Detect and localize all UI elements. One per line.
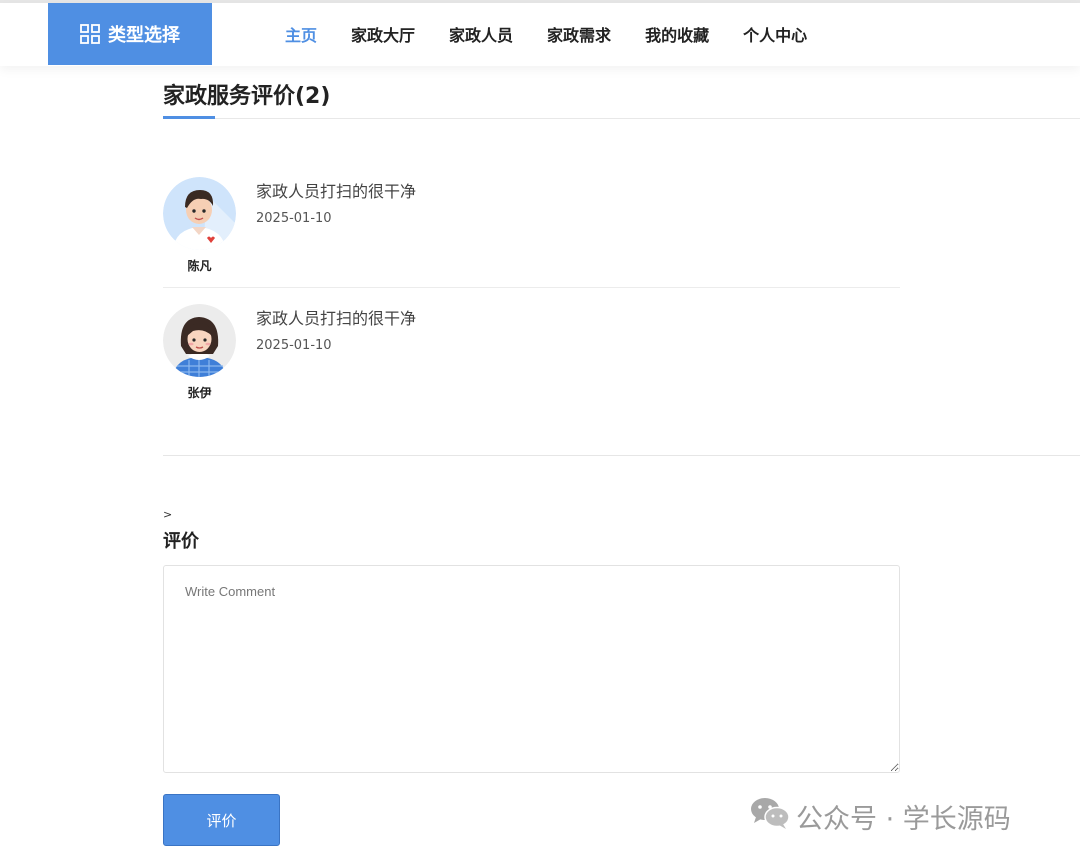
type-select-label: 类型选择	[108, 25, 180, 46]
reviewer-name: 张伊	[187, 386, 212, 400]
nav-service-hall[interactable]: 家政大厅	[334, 22, 432, 46]
reviews-title: 家政服务评价(2)	[163, 84, 331, 109]
main-nav: 主页 家政大厅 家政人员 家政需求 我的收藏 个人中心	[268, 3, 824, 65]
title-accent-bar	[163, 116, 215, 119]
nav-home[interactable]: 主页	[268, 22, 334, 46]
title-divider	[163, 118, 1080, 119]
nav-staff[interactable]: 家政人员	[432, 22, 530, 46]
type-select-button[interactable]: 类型选择	[48, 3, 212, 65]
wechat-icon	[750, 796, 790, 837]
review-item: 张伊 家政人员打扫的很干净 2025-01-10	[163, 304, 900, 404]
nav-demands[interactable]: 家政需求	[530, 22, 628, 46]
nav-profile[interactable]: 个人中心	[726, 22, 824, 46]
review-text: 家政人员打扫的很干净	[256, 182, 417, 201]
top-navbar: 类型选择 主页 家政大厅 家政人员 家政需求 我的收藏 个人中心	[0, 3, 1080, 66]
watermark: 公众号 · 学长源码	[750, 796, 1011, 837]
avatar	[163, 304, 236, 377]
avatar	[163, 177, 236, 250]
reviewer: 张伊	[163, 304, 236, 401]
review-item: 陈凡 家政人员打扫的很干净 2025-01-10	[163, 177, 900, 277]
grid-icon	[80, 24, 100, 44]
submit-review-button[interactable]: 评价	[163, 794, 280, 846]
review-text: 家政人员打扫的很干净	[256, 309, 417, 328]
review-divider	[163, 287, 900, 288]
reviewer-name: 陈凡	[187, 259, 212, 273]
reviews-list-divider	[163, 455, 1080, 456]
comment-heading: 评价	[163, 531, 199, 552]
reviewer: 陈凡	[163, 177, 236, 274]
watermark-text: 公众号 · 学长源码	[796, 804, 1011, 835]
nav-favorites[interactable]: 我的收藏	[628, 22, 726, 46]
review-date: 2025-01-10	[256, 338, 332, 353]
comment-textarea[interactable]	[163, 565, 900, 773]
review-date: 2025-01-10	[256, 211, 332, 226]
arrow-glyph: >	[163, 508, 173, 521]
